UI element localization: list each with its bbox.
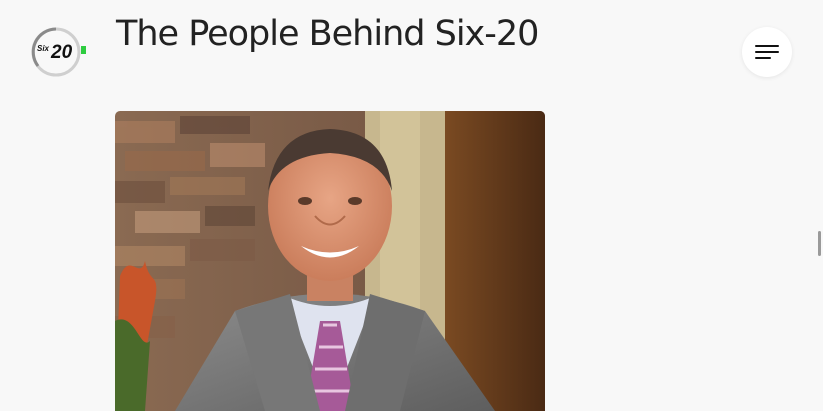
logo-text-big: 20 — [50, 42, 73, 63]
team-member-photo — [115, 111, 545, 411]
hamburger-menu-icon — [755, 45, 779, 47]
menu-button[interactable] — [742, 27, 792, 77]
logo-accent-mark — [81, 46, 86, 54]
logo-text-small: Six — [37, 44, 50, 53]
scrollbar-thumb[interactable] — [818, 231, 821, 256]
site-logo[interactable]: Six 20 — [30, 26, 90, 78]
page-title: The People Behind Six-20 — [116, 14, 539, 54]
